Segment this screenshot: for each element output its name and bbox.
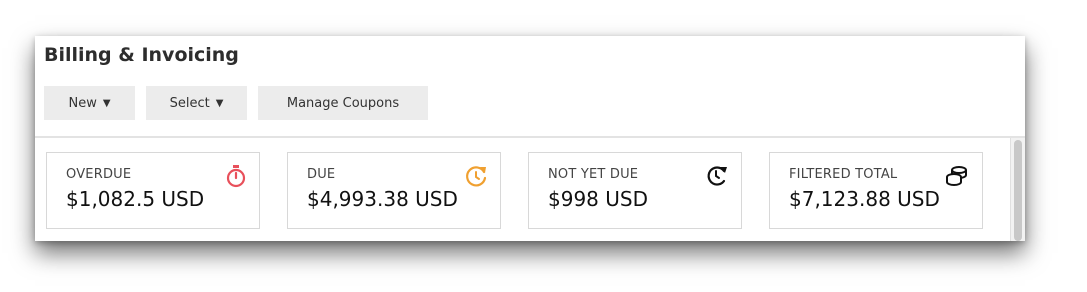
card-value: $998 USD: [548, 187, 648, 211]
manage-coupons-label: Manage Coupons: [286, 95, 400, 111]
scrollbar-thumb[interactable]: [1014, 140, 1022, 241]
vertical-scrollbar[interactable]: [1010, 138, 1025, 241]
manage-coupons-button[interactable]: Manage Coupons: [258, 86, 428, 120]
coins-stack-icon: [946, 166, 967, 186]
new-dropdown-button[interactable]: New ▼: [44, 86, 135, 120]
not-yet-due-card[interactable]: NOT YET DUE $998 USD: [528, 152, 742, 229]
card-value: $1,082.5 USD: [66, 187, 205, 211]
billing-window: Billing & Invoicing New ▼ Select ▼ Manag…: [35, 36, 1025, 241]
new-button-label: New: [68, 95, 97, 111]
overdue-card[interactable]: OVERDUE $1,082.5 USD: [46, 152, 260, 229]
page-title: Billing & Invoicing: [44, 44, 239, 66]
card-value: $7,123.88 USD: [789, 187, 940, 211]
select-dropdown-button[interactable]: Select ▼: [146, 86, 247, 120]
card-value: $4,993.38 USD: [307, 187, 458, 211]
select-button-label: Select: [169, 95, 210, 111]
chevron-down-icon: ▼: [215, 97, 224, 109]
card-label: OVERDUE: [66, 167, 132, 182]
stopwatch-icon: [226, 165, 246, 188]
card-label: FILTERED TOTAL: [789, 167, 898, 182]
card-label: DUE: [307, 167, 336, 182]
chevron-down-icon: ▼: [102, 97, 111, 109]
filtered-total-card[interactable]: FILTERED TOTAL $7,123.88 USD: [769, 152, 983, 229]
billing-header: Billing & Invoicing New ▼ Select ▼ Manag…: [35, 36, 1025, 138]
summary-cards-area: OVERDUE $1,082.5 USD DUE $4,993.38 USD N…: [35, 138, 1025, 241]
card-label: NOT YET DUE: [548, 167, 639, 182]
clock-refresh-icon: [466, 166, 487, 187]
clock-forward-icon: [707, 166, 727, 186]
due-card[interactable]: DUE $4,993.38 USD: [287, 152, 501, 229]
